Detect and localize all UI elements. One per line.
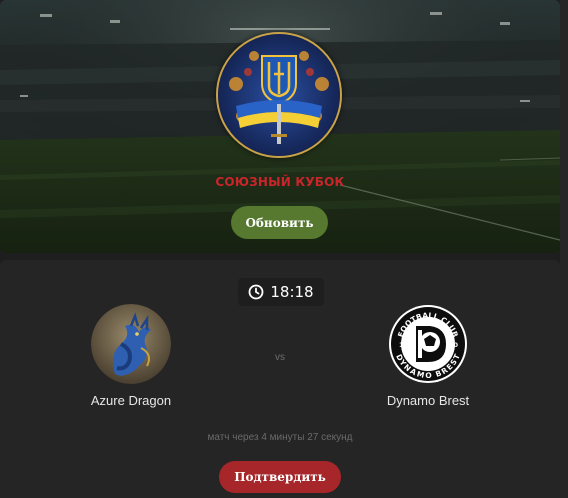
azure-dragon-logo <box>91 304 171 384</box>
vs-label: vs <box>275 352 285 363</box>
refresh-button[interactable]: Обновить <box>231 206 328 239</box>
clock-icon <box>248 284 264 300</box>
match-time-text: 18:18 <box>270 283 314 301</box>
home-team-name: Azure Dragon <box>90 393 172 408</box>
cup-title: СОЮЗНЫЙ КУБОК <box>215 175 345 189</box>
svg-text:60: 60 <box>449 341 459 349</box>
match-time: 18:18 <box>238 278 324 306</box>
match-countdown: матч через 4 минуты 27 секунд <box>207 432 353 443</box>
scroll-gutter <box>560 0 568 498</box>
confirm-button[interactable]: Подтвердить <box>219 461 341 493</box>
cup-header: СОЮЗНЫЙ КУБОК Обновить <box>0 0 560 253</box>
away-team-name: Dynamo Brest <box>386 393 470 408</box>
dynamo-brest-logo: FOOTBALL CLUB DYNAMO BREST 19 60 <box>388 304 468 384</box>
svg-text:19: 19 <box>399 341 409 349</box>
ukraine-trident-emblem <box>216 32 342 158</box>
